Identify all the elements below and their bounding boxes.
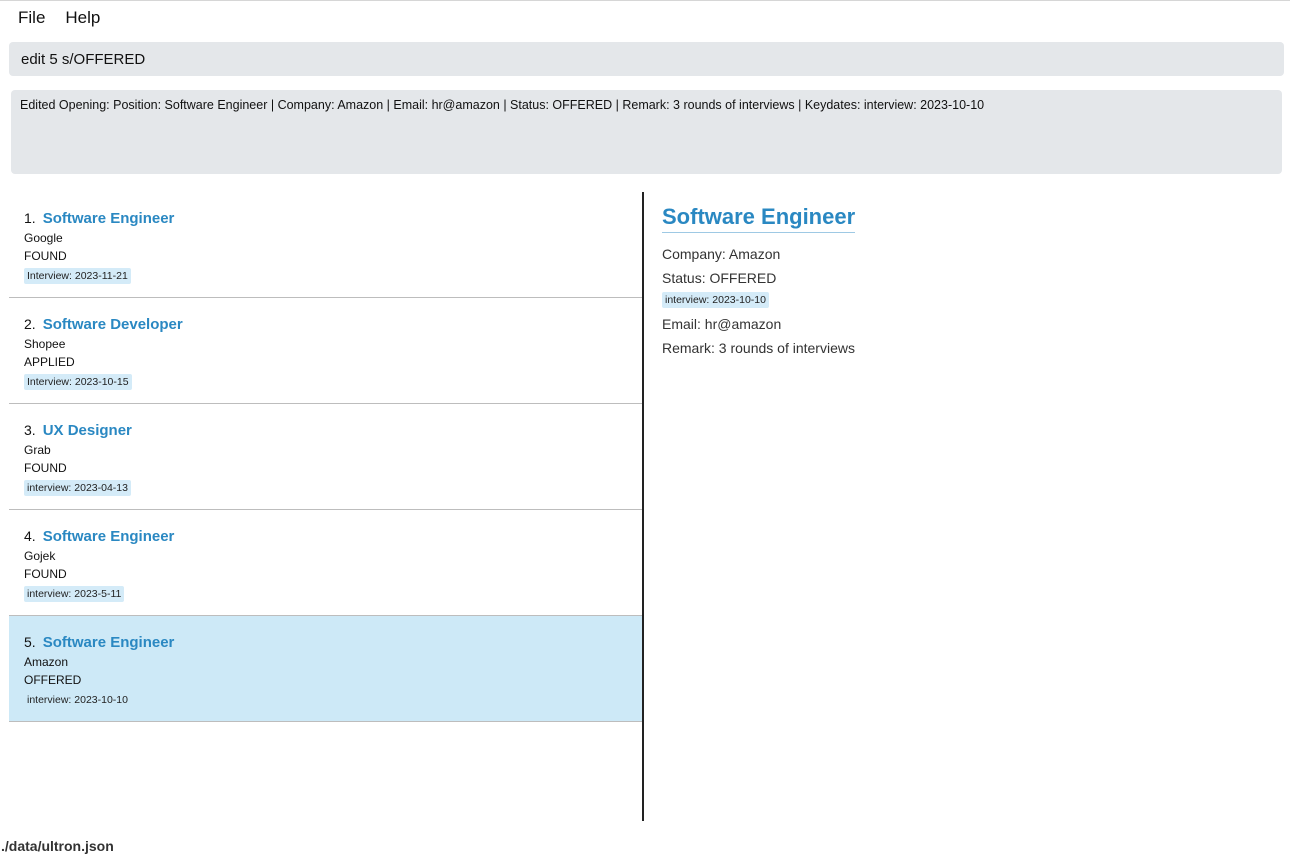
card-position: UX Designer [42, 422, 132, 439]
card-company: Grab [24, 443, 51, 457]
opening-detail-panel: Software Engineer Company: Amazon Status… [662, 204, 1272, 360]
card-header: 3. UX Designer [24, 422, 642, 442]
card-keydate-tag: interview: 2023-10-10 [27, 694, 128, 706]
card-index: 1. [24, 210, 36, 226]
card-status: APPLIED [24, 355, 75, 369]
card-position: Software Engineer [42, 634, 175, 651]
card-company: Amazon [24, 655, 69, 669]
result-display: Edited Opening: Position: Software Engin… [11, 90, 1282, 174]
opening-list[interactable]: 1. Software Engineer Google FOUND Interv… [9, 192, 642, 820]
card-index: 2. [24, 316, 36, 332]
detail-email: Email: hr@amazon [662, 316, 782, 332]
card-position: Software Engineer [42, 528, 175, 545]
card-status: FOUND [24, 249, 67, 263]
menu-bar: File Help [0, 1, 1290, 35]
card-header: 2. Software Developer [24, 316, 642, 336]
opening-card-3[interactable]: 3. UX Designer Grab FOUND interview: 202… [9, 404, 642, 510]
card-index: 4. [24, 528, 36, 544]
detail-status: Status: OFFERED [662, 270, 777, 286]
card-header: 5. Software Engineer [24, 634, 642, 654]
card-status: FOUND [24, 461, 67, 475]
card-keydate-tag: Interview: 2023-11-21 [24, 268, 131, 284]
card-company: Shopee [24, 337, 66, 351]
card-status: FOUND [24, 567, 67, 581]
status-bar-file-path: ./data/ultron.json [1, 838, 114, 854]
panel-divider[interactable] [642, 192, 644, 821]
card-keydate-tag: interview: 2023-04-13 [24, 480, 131, 496]
card-keydate-tag: Interview: 2023-10-15 [24, 374, 132, 390]
opening-card-5-selected[interactable]: 5. Software Engineer Amazon OFFERED inte… [9, 616, 642, 722]
command-box [9, 42, 1284, 76]
opening-card-4[interactable]: 4. Software Engineer Gojek FOUND intervi… [9, 510, 642, 616]
card-company: Google [24, 231, 63, 245]
card-position: Software Engineer [42, 210, 175, 227]
detail-keydate-tag: interview: 2023-10-10 [662, 292, 769, 308]
card-header: 4. Software Engineer [24, 528, 642, 548]
detail-position-title: Software Engineer [662, 204, 856, 233]
detail-company: Company: Amazon [662, 246, 781, 262]
menu-file[interactable]: File [18, 8, 45, 28]
opening-card-2[interactable]: 2. Software Developer Shopee APPLIED Int… [9, 298, 642, 404]
opening-card-1[interactable]: 1. Software Engineer Google FOUND Interv… [9, 192, 642, 298]
result-text: Edited Opening: Position: Software Engin… [20, 98, 985, 112]
card-index: 5. [24, 634, 36, 650]
command-input[interactable] [21, 50, 1272, 68]
card-header: 1. Software Engineer [24, 210, 642, 230]
card-company: Gojek [24, 549, 56, 563]
detail-remark: Remark: 3 rounds of interviews [662, 340, 855, 356]
card-position: Software Developer [42, 316, 183, 333]
card-index: 3. [24, 422, 36, 438]
menu-help[interactable]: Help [65, 8, 100, 28]
card-keydate-tag: interview: 2023-5-11 [24, 586, 125, 602]
card-status: OFFERED [24, 673, 82, 687]
